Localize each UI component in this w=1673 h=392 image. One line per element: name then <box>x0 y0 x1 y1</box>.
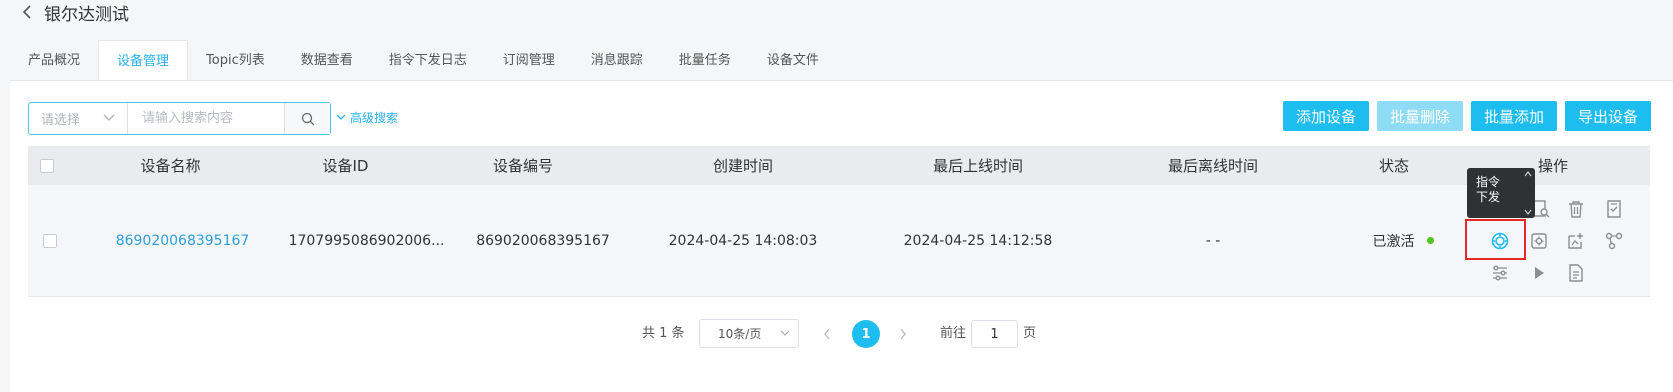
page-size-select[interactable]: 10条/页 <box>699 319 799 348</box>
goto-label: 前往 <box>940 326 967 341</box>
created-time: 2024-04-25 14:08:03 <box>668 232 818 249</box>
search-icon <box>301 112 314 125</box>
page-size-value: 10条/页 <box>718 327 762 341</box>
page-number-current[interactable]: 1 <box>852 320 880 348</box>
tab-device-files[interactable]: 设备文件 <box>749 40 837 81</box>
row-checkbox[interactable] <box>43 185 57 296</box>
batch-delete-button[interactable]: 批量删除 <box>1376 101 1463 131</box>
tab-bar: 产品概况 设备管理 Topic列表 数据查看 指令下发日志 订阅管理 消息跟踪 … <box>10 40 837 82</box>
topology-icon[interactable] <box>1603 230 1625 252</box>
column-header-status: 状态 <box>1378 157 1409 175</box>
tab-topic-list[interactable]: Topic列表 <box>188 40 283 81</box>
page-suffix-label: 页 <box>1023 326 1037 341</box>
tab-message-trace[interactable]: 消息跟踪 <box>573 40 661 81</box>
search-group: 请选择 <box>28 102 331 135</box>
chevron-right-icon <box>900 328 906 340</box>
chevron-left-icon[interactable] <box>20 5 34 19</box>
chevron-down-icon <box>1524 209 1532 215</box>
page-title: 银尔达测试 <box>44 4 129 25</box>
highlight-box <box>1465 219 1526 260</box>
chevron-down-icon <box>103 111 115 126</box>
next-page-button[interactable] <box>893 319 913 349</box>
tab-batch-task[interactable]: 批量任务 <box>661 40 749 81</box>
status-text: 已激活 <box>1372 233 1415 250</box>
status-dot-icon <box>1426 237 1434 244</box>
toolbar: 添加设备 批量删除 批量添加 导出设备 <box>1282 101 1651 131</box>
edit-image-icon[interactable] <box>1565 230 1587 252</box>
document-icon[interactable] <box>1565 262 1587 284</box>
search-field-select[interactable]: 请选择 <box>29 103 128 134</box>
select-all-checkbox[interactable] <box>40 146 54 185</box>
column-header-last-offline: 最后离线时间 <box>1167 157 1258 175</box>
last-offline-time: - - <box>1205 232 1221 249</box>
column-header-last-online: 最后上线时间 <box>932 157 1023 175</box>
prev-page-button[interactable] <box>817 319 837 349</box>
search-input[interactable] <box>128 103 284 134</box>
trash-icon[interactable] <box>1565 198 1587 220</box>
tooltip-scroll-arrows <box>1523 171 1533 215</box>
chevron-up-icon <box>1524 171 1532 177</box>
export-devices-button[interactable]: 导出设备 <box>1564 101 1651 131</box>
command-send-tooltip: 指令 下发 <box>1467 168 1535 218</box>
column-header-number: 设备编号 <box>492 157 553 175</box>
chevron-left-icon <box>824 328 830 340</box>
column-header-created: 创建时间 <box>712 157 773 175</box>
tab-command-log[interactable]: 指令下发日志 <box>371 40 485 81</box>
page-header: 银尔达测试 <box>20 0 129 25</box>
goto-page-input[interactable] <box>971 320 1018 348</box>
sliders-icon[interactable] <box>1489 262 1511 284</box>
search-button[interactable] <box>284 103 330 134</box>
device-name-link[interactable]: 869020068395167 <box>110 185 255 296</box>
tab-device-management[interactable]: 设备管理 <box>98 40 189 82</box>
play-icon[interactable] <box>1528 262 1550 284</box>
column-header-name: 设备名称 <box>140 157 201 175</box>
column-header-id: 设备ID <box>322 157 369 175</box>
select-placeholder: 请选择 <box>41 113 81 128</box>
advanced-search-link[interactable]: 高级搜索 <box>336 109 398 126</box>
add-device-button[interactable]: 添加设备 <box>1282 101 1369 131</box>
total-count: 共 1 条 <box>642 326 685 341</box>
device-number: 869020068395167 <box>476 232 610 249</box>
table-row: 869020068395167 1707995086902006... 8690… <box>28 185 1650 297</box>
tab-product-overview[interactable]: 产品概况 <box>10 40 98 81</box>
device-id: 1707995086902006... <box>288 232 445 249</box>
advanced-search-label: 高级搜索 <box>350 111 399 125</box>
pagination: 共 1 条 10条/页 1 前往 页 <box>0 319 1673 349</box>
task-check-icon[interactable] <box>1603 198 1625 220</box>
batch-add-button[interactable]: 批量添加 <box>1470 101 1557 131</box>
status-badge: 已激活 <box>1363 185 1443 296</box>
device-management-page: 银尔达测试 产品概况 设备管理 Topic列表 数据查看 指令下发日志 订阅管理… <box>0 0 1673 392</box>
device-settings-icon[interactable] <box>1528 230 1550 252</box>
tab-subscription[interactable]: 订阅管理 <box>485 40 573 81</box>
chevron-down-icon <box>780 330 790 336</box>
table-header: 设备名称 设备ID 设备编号 创建时间 最后上线时间 最后离线时间 状态 操作 <box>28 146 1650 185</box>
tab-data-view[interactable]: 数据查看 <box>283 40 371 81</box>
last-online-time: 2024-04-25 14:12:58 <box>903 232 1053 249</box>
chevron-down-icon <box>336 114 346 120</box>
